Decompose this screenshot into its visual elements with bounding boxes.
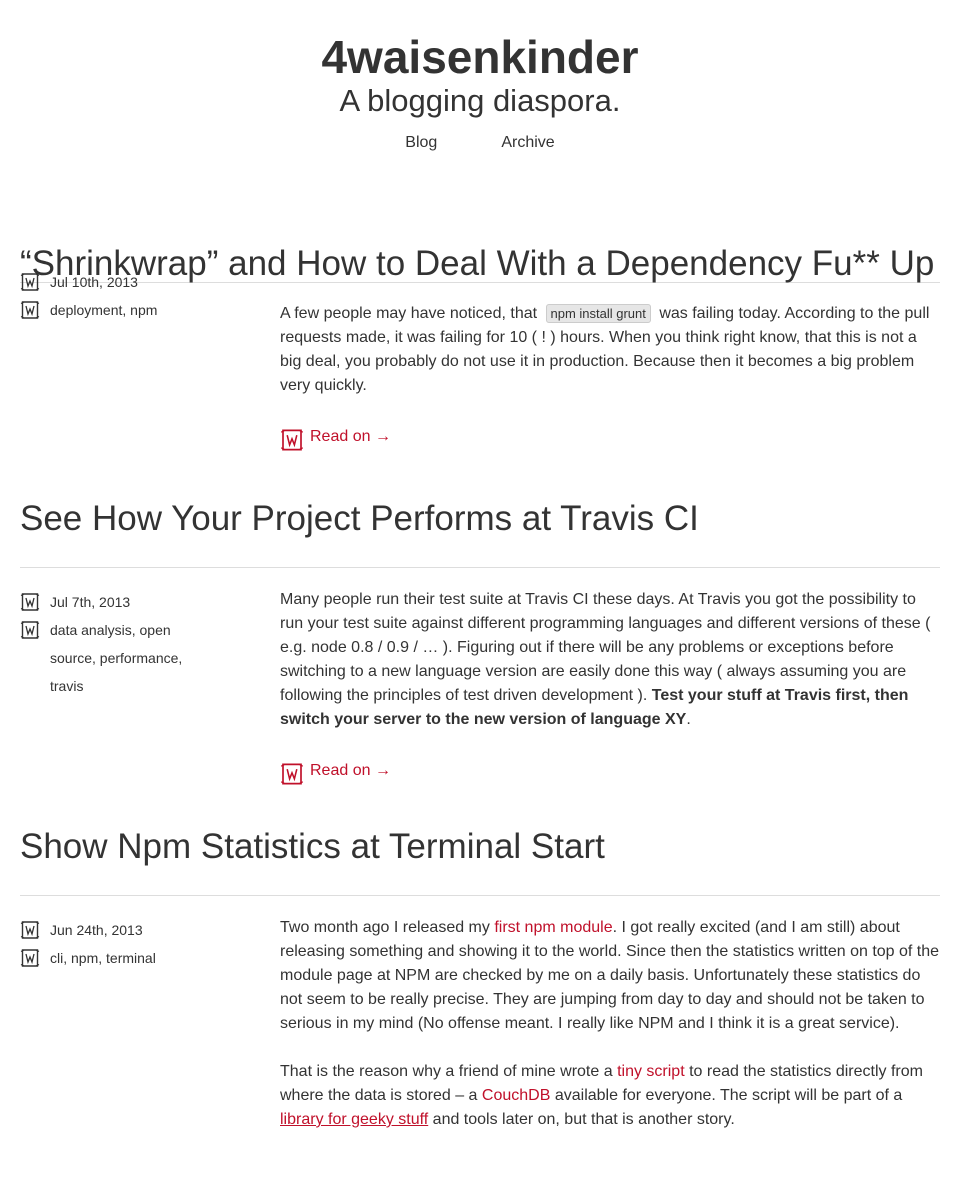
geeky-library-link[interactable]: library for geeky stuff [280,1111,428,1128]
calendar-icon [20,272,40,292]
read-on-link[interactable]: Read on → [280,756,940,786]
post-body: Jun 24th, 2013 cli, npm, terminal Two mo… [20,916,940,1132]
post-date: Jun 24th, 2013 [50,922,143,938]
calendar-icon [20,592,40,612]
tiny-script-link[interactable]: tiny script [617,1063,685,1080]
post-excerpt: Many people run their test suite at Trav… [280,588,940,786]
post-shrinkwrap: “Shrinkwrap” and How to Deal With a Depe… [20,246,940,452]
post-title[interactable]: Show Npm Statistics at Terminal Start [20,829,940,865]
first-npm-module-link[interactable]: first npm module [494,919,612,936]
excerpt-paragraph: Many people run their test suite at Trav… [280,588,940,732]
nav-archive-link[interactable]: Archive [501,134,554,152]
excerpt-text: Two month ago I released my [280,919,495,936]
post-tags[interactable]: data analysis, open source, performance,… [50,616,200,700]
post-date-row: Jul 10th, 2013 [20,268,280,296]
inline-code: npm install grunt [545,304,651,323]
tag-icon [20,300,40,320]
post-tags-row: cli, npm, terminal [20,944,280,972]
post-meta: Jun 24th, 2013 cli, npm, terminal [20,916,280,1132]
nav-blog-link[interactable]: Blog [405,134,437,152]
seal-icon [280,428,304,452]
post-meta: Jul 7th, 2013 data analysis, open source… [20,588,280,786]
excerpt-text: That is the reason why a friend of mine … [280,1063,618,1080]
excerpt-paragraph: That is the reason why a friend of mine … [280,1060,940,1132]
post-tags-row: data analysis, open source, performance,… [20,616,280,700]
post-body: Jul 7th, 2013 data analysis, open source… [20,588,940,786]
site-tagline: A blogging diaspora. [339,83,621,118]
post-meta: Jul 10th, 2013 deployment, npm [20,268,280,452]
post-body: Jul 10th, 2013 deployment, npm A few peo… [20,283,940,452]
read-on-label: Read on → [310,428,391,445]
excerpt-text: and tools later on, but that is another … [428,1111,735,1128]
site-title[interactable]: 4waisenkinder [0,30,960,84]
post-excerpt: Two month ago I released my first npm mo… [280,916,940,1132]
seal-icon [280,762,304,786]
post-divider [20,895,940,896]
main-nav: Blog Archive [0,134,960,152]
post-tags-row: deployment, npm [20,296,280,324]
site-header: 4waisenkinder A blogging diaspora. Blog … [0,0,960,152]
post-date-row: Jul 7th, 2013 [20,588,280,616]
post-date: Jul 10th, 2013 [50,274,138,290]
post-title[interactable]: See How Your Project Performs at Travis … [20,501,940,537]
excerpt-text: A few people may have noticed, that [280,305,542,322]
tag-icon [20,948,40,968]
post-tags[interactable]: deployment, npm [50,296,200,324]
read-on-label: Read on → [310,762,391,779]
couchdb-link[interactable]: CouchDB [482,1087,550,1104]
post-list: “Shrinkwrap” and How to Deal With a Depe… [20,246,940,1132]
post-travis: See How Your Project Performs at Travis … [20,501,940,786]
post-npm-statistics: Show Npm Statistics at Terminal Start Ju… [20,829,940,1132]
excerpt-text: available for everyone. The script will … [550,1087,903,1104]
excerpt-text: . [686,711,691,728]
calendar-icon [20,920,40,940]
excerpt-paragraph: Two month ago I released my first npm mo… [280,916,940,1036]
post-tags[interactable]: cli, npm, terminal [50,944,200,972]
post-date: Jul 7th, 2013 [50,594,131,610]
post-excerpt: A few people may have noticed, that npm … [280,283,940,452]
post-divider [20,567,940,568]
tag-icon [20,620,40,640]
read-on-link[interactable]: Read on → [280,422,940,452]
excerpt-paragraph: A few people may have noticed, that npm … [280,302,940,398]
post-date-row: Jun 24th, 2013 [20,916,280,944]
